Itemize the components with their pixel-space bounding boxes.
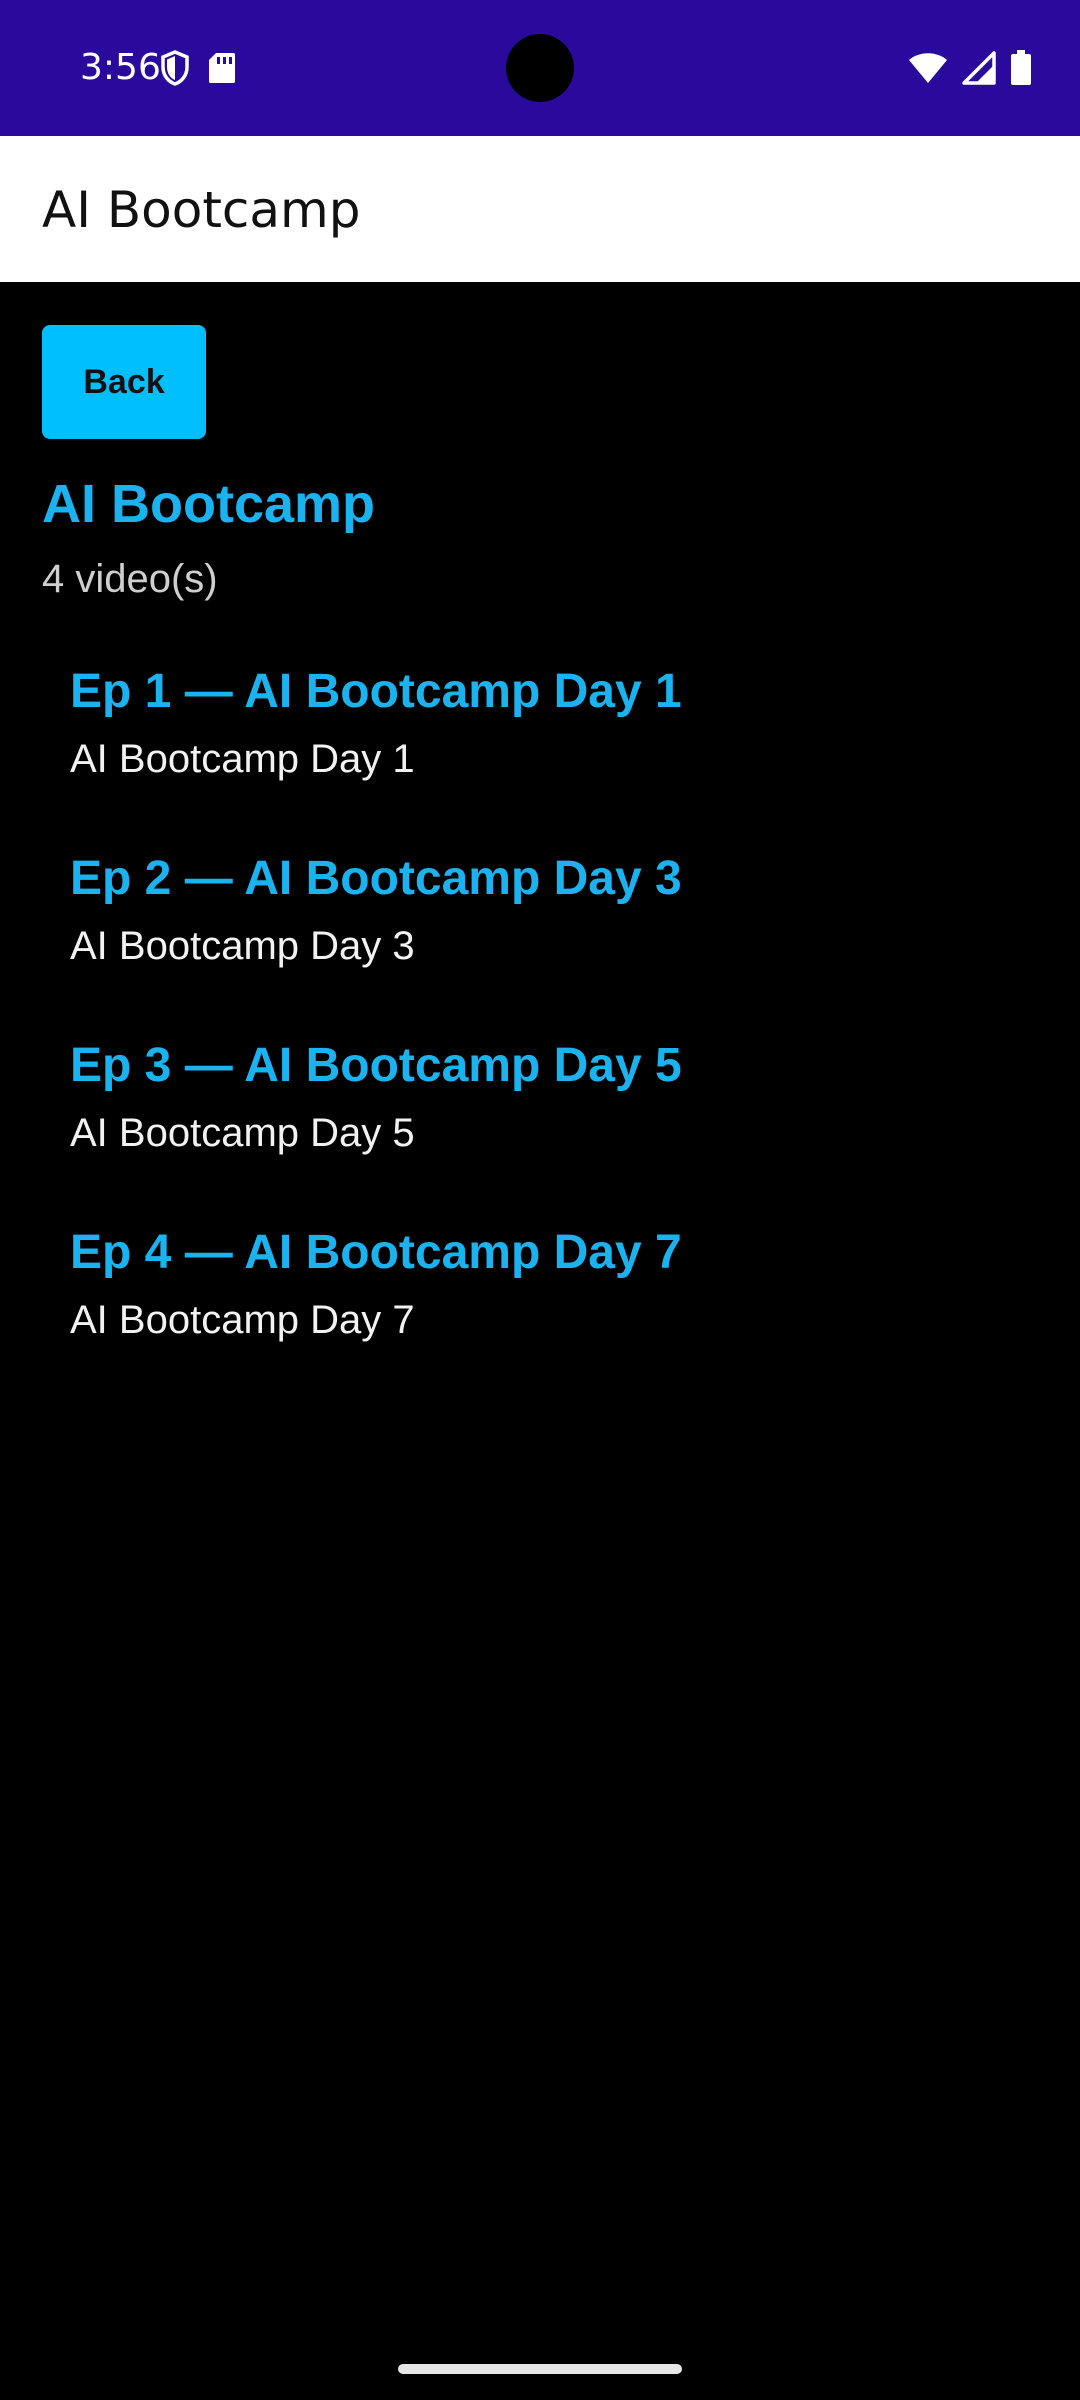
video-list: Ep 1 — AI Bootcamp Day 1 AI Bootcamp Day… <box>0 662 1080 1410</box>
video-item[interactable]: Ep 1 — AI Bootcamp Day 1 AI Bootcamp Day… <box>0 662 1080 849</box>
signal-icon <box>962 51 996 90</box>
status-bar: 3:56 <box>0 0 1080 136</box>
shield-icon <box>160 50 190 91</box>
back-button[interactable]: Back <box>42 325 206 439</box>
content-area: Back AI Bootcamp 4 video(s) Ep 1 — AI Bo… <box>0 282 1080 2400</box>
video-item[interactable]: Ep 2 — AI Bootcamp Day 3 AI Bootcamp Day… <box>0 849 1080 1036</box>
playlist-title: AI Bootcamp <box>42 474 376 534</box>
sd-card-icon <box>208 52 236 89</box>
video-count: 4 video(s) <box>42 557 218 601</box>
home-indicator[interactable] <box>398 2364 682 2374</box>
video-title: Ep 3 — AI Bootcamp Day 5 <box>70 1039 682 1092</box>
status-time: 3:56 <box>80 47 161 88</box>
video-item[interactable]: Ep 4 — AI Bootcamp Day 7 AI Bootcamp Day… <box>0 1223 1080 1410</box>
video-description: AI Bootcamp Day 7 <box>70 1298 415 1342</box>
app-bar-title: AI Bootcamp <box>42 181 361 239</box>
battery-icon <box>1010 50 1032 91</box>
camera-cutout <box>506 34 574 102</box>
wifi-icon <box>908 51 948 90</box>
video-title: Ep 1 — AI Bootcamp Day 1 <box>70 665 682 718</box>
video-description: AI Bootcamp Day 1 <box>70 737 415 781</box>
video-description: AI Bootcamp Day 3 <box>70 924 415 968</box>
status-right-icons <box>908 50 1032 91</box>
video-item[interactable]: Ep 3 — AI Bootcamp Day 5 AI Bootcamp Day… <box>0 1036 1080 1223</box>
video-title: Ep 4 — AI Bootcamp Day 7 <box>70 1226 682 1279</box>
status-left-icons <box>160 50 236 91</box>
video-description: AI Bootcamp Day 5 <box>70 1111 415 1155</box>
app-bar: AI Bootcamp <box>0 136 1080 282</box>
video-title: Ep 2 — AI Bootcamp Day 3 <box>70 852 682 905</box>
